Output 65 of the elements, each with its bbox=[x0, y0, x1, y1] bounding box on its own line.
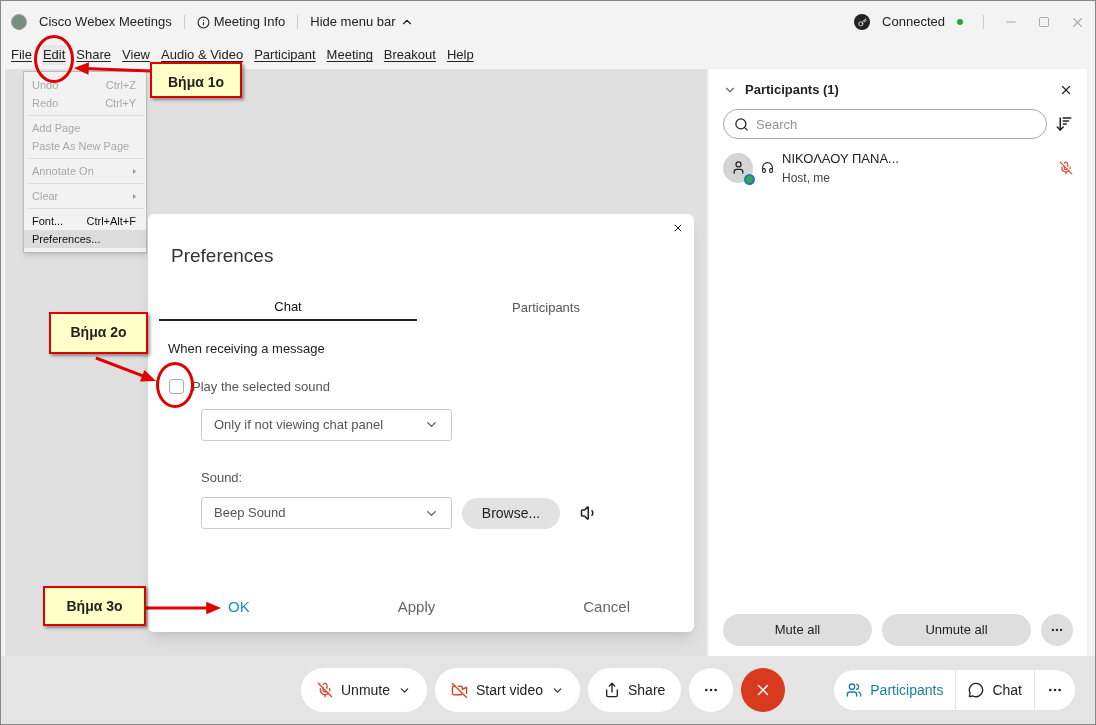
start-video-button[interactable]: Start video bbox=[435, 668, 580, 712]
dropdown[interactable]: Only if not viewing chat panel bbox=[201, 408, 452, 441]
callout-label: Βήμα 3ο bbox=[43, 586, 146, 626]
menu-item[interactable]: Share bbox=[75, 45, 113, 65]
menu-item[interactable]: Audio & Video bbox=[160, 45, 245, 65]
highlight-circle bbox=[156, 362, 194, 408]
dialog-button[interactable]: Apply bbox=[397, 595, 436, 618]
menu-item[interactable]: Meeting bbox=[325, 45, 374, 65]
menu-item[interactable]: Participant bbox=[253, 45, 317, 65]
submenu-arrow-icon bbox=[133, 193, 136, 199]
chat-toggle[interactable]: Chat bbox=[956, 670, 1035, 710]
dialog-button[interactable]: Cancel bbox=[583, 595, 630, 618]
callout-label: Βήμα 1ο bbox=[150, 62, 242, 98]
menu-item[interactable]: View bbox=[121, 45, 151, 65]
meeting-info-button[interactable]: Meeting Info bbox=[196, 12, 286, 32]
hide-menu-bar-button[interactable]: Hide menu bar bbox=[310, 12, 414, 32]
more-button[interactable] bbox=[1041, 614, 1073, 646]
menu-item[interactable]: Help bbox=[445, 45, 475, 65]
key-icon bbox=[854, 14, 871, 30]
close-icon[interactable] bbox=[1059, 83, 1073, 97]
submenu-arrow-icon bbox=[133, 168, 136, 174]
chat-bubble-icon bbox=[968, 682, 985, 698]
unmute-button[interactable]: Unmute bbox=[301, 668, 428, 712]
dialog-title: Preferences bbox=[171, 244, 275, 268]
highlight-circle bbox=[34, 35, 74, 83]
participant-name: ΝΙΚΟΛΑΟΥ ΠΑΝΑ... bbox=[782, 150, 900, 168]
checkbox[interactable] bbox=[169, 379, 184, 395]
avatar-icon bbox=[723, 152, 753, 183]
participants-toggle[interactable]: Participants bbox=[834, 670, 957, 710]
callout-arrow bbox=[95, 356, 156, 382]
share-icon bbox=[603, 682, 620, 698]
maximize-icon[interactable] bbox=[1038, 16, 1050, 28]
close-icon[interactable] bbox=[672, 222, 684, 234]
headset-icon bbox=[761, 161, 774, 175]
app-logo-icon bbox=[11, 14, 27, 30]
people-icon bbox=[846, 682, 863, 698]
checkbox-label: Play the selected sound bbox=[192, 378, 331, 396]
menu-item[interactable]: Edit bbox=[41, 45, 67, 65]
section-label: When receiving a message bbox=[168, 339, 326, 358]
end-meeting-button[interactable] bbox=[741, 668, 786, 712]
connection-status: Connected bbox=[882, 13, 945, 32]
sound-label: Sound: bbox=[201, 468, 244, 487]
more-button[interactable] bbox=[689, 668, 734, 712]
search-field[interactable]: Search bbox=[723, 109, 1047, 139]
dialog-tab[interactable]: Participants bbox=[417, 294, 675, 321]
muted-mic-icon bbox=[317, 682, 333, 698]
participant-role: Host, me bbox=[782, 169, 831, 187]
info-icon bbox=[196, 15, 210, 29]
dropdown[interactable]: Beep Sound bbox=[201, 497, 452, 529]
browse-button[interactable]: Browse... bbox=[462, 497, 560, 529]
menu-entry[interactable]: Font... Ctrl+Alt+F bbox=[24, 212, 146, 230]
search-icon bbox=[734, 117, 749, 132]
menu-item[interactable]: Breakout bbox=[382, 45, 437, 65]
share-button[interactable]: Share bbox=[587, 668, 682, 712]
menu-entry[interactable]: Preferences... bbox=[24, 230, 146, 248]
panel-button[interactable]: Mute all bbox=[723, 614, 872, 646]
menu-item[interactable]: File bbox=[10, 45, 33, 65]
app-title: Cisco Webex Meetings bbox=[39, 13, 172, 32]
dialog-tab[interactable]: Chat bbox=[159, 294, 417, 321]
callout-label: Βήμα 2ο bbox=[49, 312, 148, 354]
panel-button[interactable]: Unmute all bbox=[882, 614, 1031, 646]
video-off-icon bbox=[451, 681, 469, 699]
sort-icon[interactable] bbox=[1055, 115, 1073, 133]
panel-title: Participants (1) bbox=[745, 81, 839, 100]
dialog-button[interactable]: OK bbox=[228, 595, 250, 618]
